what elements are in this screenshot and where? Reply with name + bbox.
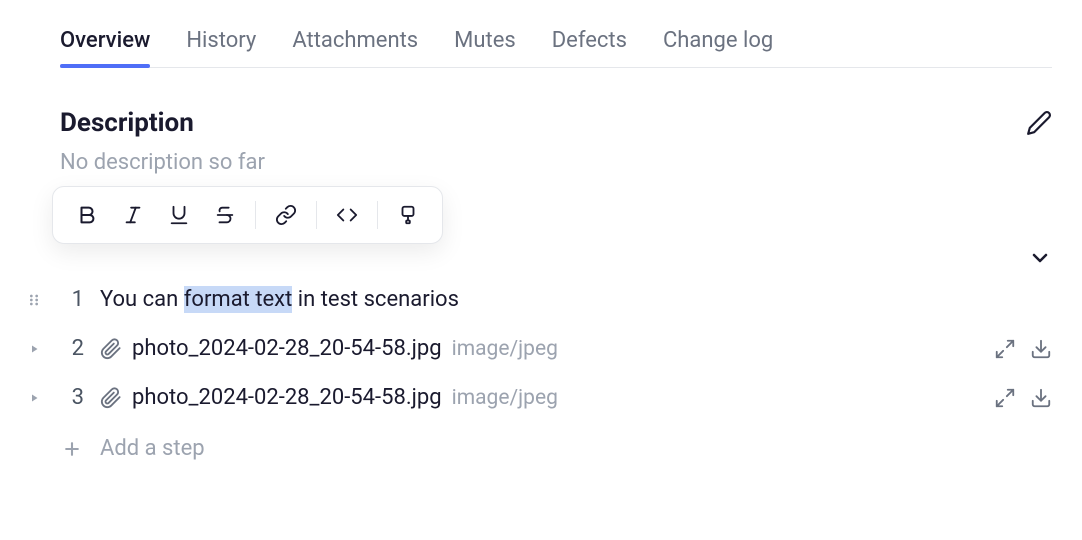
toolbar-divider <box>316 201 317 229</box>
tab-mutes[interactable]: Mutes <box>454 20 516 67</box>
step-row: 2 photo_2024-02-28_20-54-58.jpg image/jp… <box>24 324 1052 373</box>
file-type: image/jpeg <box>452 386 558 410</box>
expand-icon[interactable] <box>994 338 1016 360</box>
step-number: 2 <box>60 336 84 361</box>
expand-caret-icon[interactable] <box>24 343 44 355</box>
edit-icon[interactable] <box>1026 110 1052 136</box>
toolbar-divider <box>377 201 378 229</box>
expand-icon[interactable] <box>994 387 1016 409</box>
step-number: 1 <box>60 287 84 312</box>
code-button[interactable] <box>327 195 367 235</box>
tab-history[interactable]: History <box>186 20 256 67</box>
drag-handle-icon[interactable] <box>24 292 44 308</box>
add-step-button[interactable]: Add a step <box>60 422 1052 475</box>
tab-defects[interactable]: Defects <box>552 20 627 67</box>
strikethrough-button[interactable] <box>205 195 245 235</box>
step-row: 3 photo_2024-02-28_20-54-58.jpg image/jp… <box>24 373 1052 422</box>
expand-caret-icon[interactable] <box>24 392 44 404</box>
paperclip-icon <box>100 387 122 409</box>
paperclip-icon <box>100 338 122 360</box>
step-number: 3 <box>60 385 84 410</box>
tab-overview[interactable]: Overview <box>60 20 150 67</box>
plus-icon <box>60 439 84 459</box>
toolbar-divider <box>255 201 256 229</box>
paint-button[interactable] <box>388 195 428 235</box>
tab-change-log[interactable]: Change log <box>663 20 773 67</box>
download-icon[interactable] <box>1030 338 1052 360</box>
bold-button[interactable] <box>67 195 107 235</box>
description-title: Description <box>60 108 194 138</box>
steps-list: 1 You can format text in test scenarios … <box>24 275 1052 475</box>
add-step-label: Add a step <box>100 436 205 461</box>
file-name: photo_2024-02-28_20-54-58.jpg <box>132 385 442 410</box>
download-icon[interactable] <box>1030 387 1052 409</box>
description-placeholder: No description so far <box>60 150 1052 175</box>
step-content[interactable]: photo_2024-02-28_20-54-58.jpg image/jpeg <box>100 336 978 361</box>
file-type: image/jpeg <box>452 337 558 361</box>
step-content[interactable]: You can format text in test scenarios <box>100 287 1052 312</box>
italic-button[interactable] <box>113 195 153 235</box>
step-row: 1 You can format text in test scenarios <box>24 275 1052 324</box>
description-section: Description No description so far <box>60 108 1052 475</box>
link-button[interactable] <box>266 195 306 235</box>
step-content[interactable]: photo_2024-02-28_20-54-58.jpg image/jpeg <box>100 385 978 410</box>
tab-attachments[interactable]: Attachments <box>292 20 418 67</box>
file-name: photo_2024-02-28_20-54-58.jpg <box>132 336 442 361</box>
chevron-down-icon[interactable] <box>1028 246 1052 270</box>
formatting-toolbar <box>52 186 443 244</box>
underline-button[interactable] <box>159 195 199 235</box>
tabs: Overview History Attachments Mutes Defec… <box>60 20 1052 68</box>
highlighted-text: format text <box>184 286 293 313</box>
